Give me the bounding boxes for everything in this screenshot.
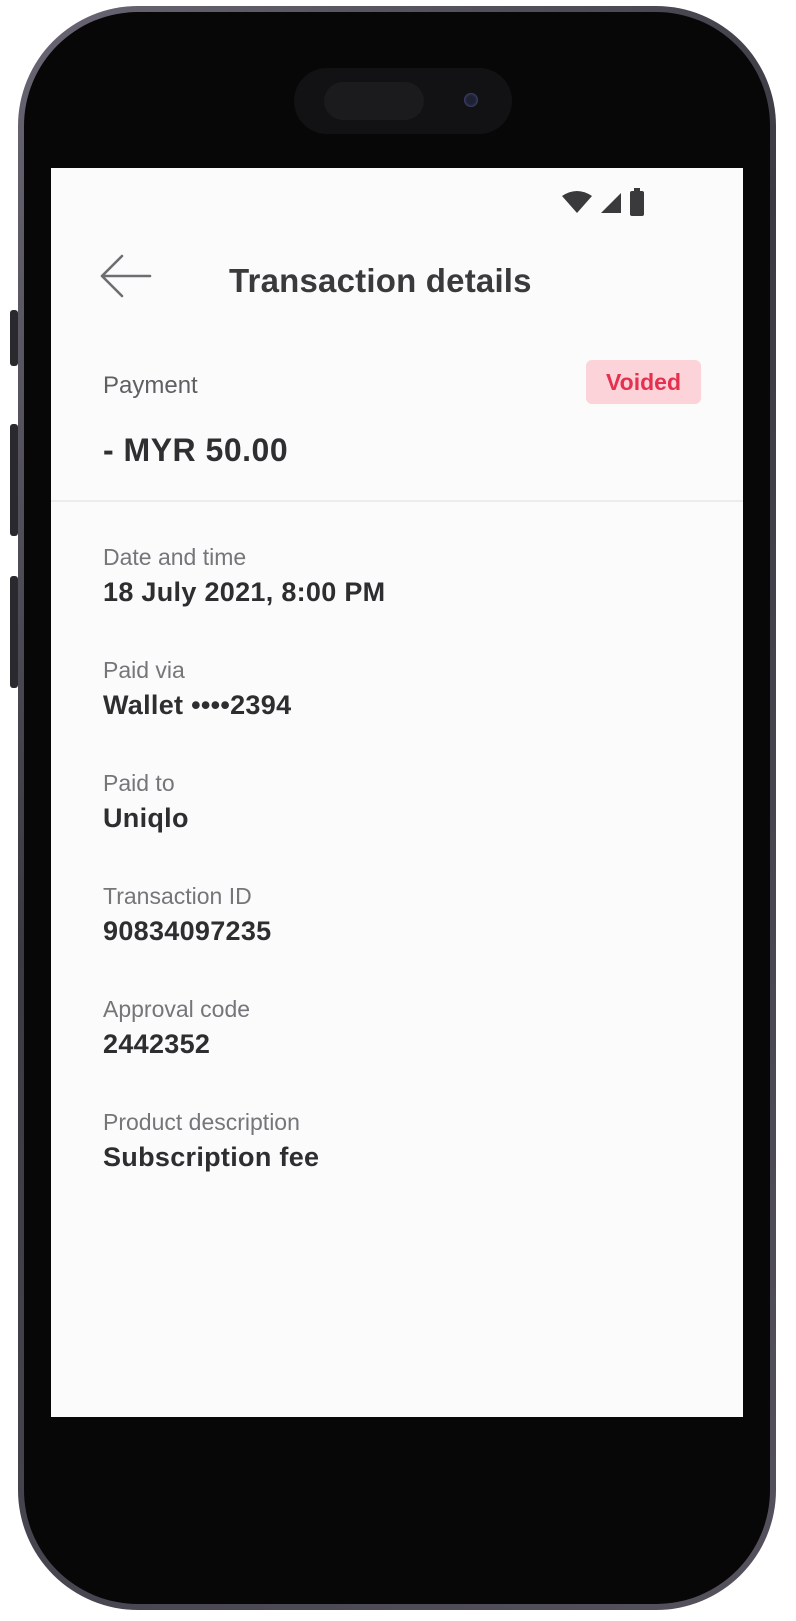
transaction-type: Payment xyxy=(103,372,198,399)
transaction-amount: - MYR 50.00 xyxy=(103,432,289,468)
detail-label: Approval code xyxy=(103,996,251,1022)
page-title: Transaction details xyxy=(229,262,532,299)
detail-label: Paid to xyxy=(103,770,175,796)
phone-bezel: Transaction details Payment Voided - MYR… xyxy=(24,12,770,1604)
phone-frame: Transaction details Payment Voided - MYR… xyxy=(18,6,776,1610)
detail-label: Transaction ID xyxy=(103,883,252,909)
detail-value: 90834097235 xyxy=(103,916,272,946)
app-screen: Transaction details Payment Voided - MYR… xyxy=(51,168,743,1417)
detail-paid-to: Paid to Uniqlo xyxy=(103,768,703,881)
detail-product-description: Product description Subscription fee xyxy=(103,1107,703,1220)
detail-value: 18 July 2021, 8:00 PM xyxy=(103,577,386,607)
volume-up-button xyxy=(10,424,18,536)
detail-date-time: Date and time 18 July 2021, 8:00 PM xyxy=(103,542,703,655)
detail-transaction-id: Transaction ID 90834097235 xyxy=(103,881,703,994)
cellular-signal-icon xyxy=(599,190,623,214)
detail-label: Product description xyxy=(103,1109,300,1135)
status-bar xyxy=(561,188,645,216)
arrow-left-icon xyxy=(98,254,152,303)
detail-label: Date and time xyxy=(103,544,247,570)
volume-down-button xyxy=(10,576,18,688)
wifi-icon xyxy=(561,190,593,214)
status-badge: Voided xyxy=(586,360,701,404)
detail-approval-code: Approval code 2442352 xyxy=(103,994,703,1107)
action-button xyxy=(10,310,18,366)
transaction-summary: Payment Voided - MYR 50.00 xyxy=(51,348,743,498)
app-bar: Transaction details xyxy=(51,246,743,310)
detail-paid-via: Paid via Wallet ••••2394 xyxy=(103,655,703,768)
divider xyxy=(51,500,743,502)
detail-value: Wallet ••••2394 xyxy=(103,690,292,720)
battery-icon xyxy=(629,188,645,216)
transaction-details-list: Date and time 18 July 2021, 8:00 PM Paid… xyxy=(103,542,703,1220)
detail-label: Paid via xyxy=(103,657,185,683)
island-sensor xyxy=(324,82,424,120)
front-camera xyxy=(464,93,478,107)
detail-value: Uniqlo xyxy=(103,803,189,833)
detail-value: Subscription fee xyxy=(103,1142,320,1172)
back-button[interactable] xyxy=(97,254,153,302)
dynamic-island xyxy=(294,68,512,134)
detail-value: 2442352 xyxy=(103,1029,211,1059)
